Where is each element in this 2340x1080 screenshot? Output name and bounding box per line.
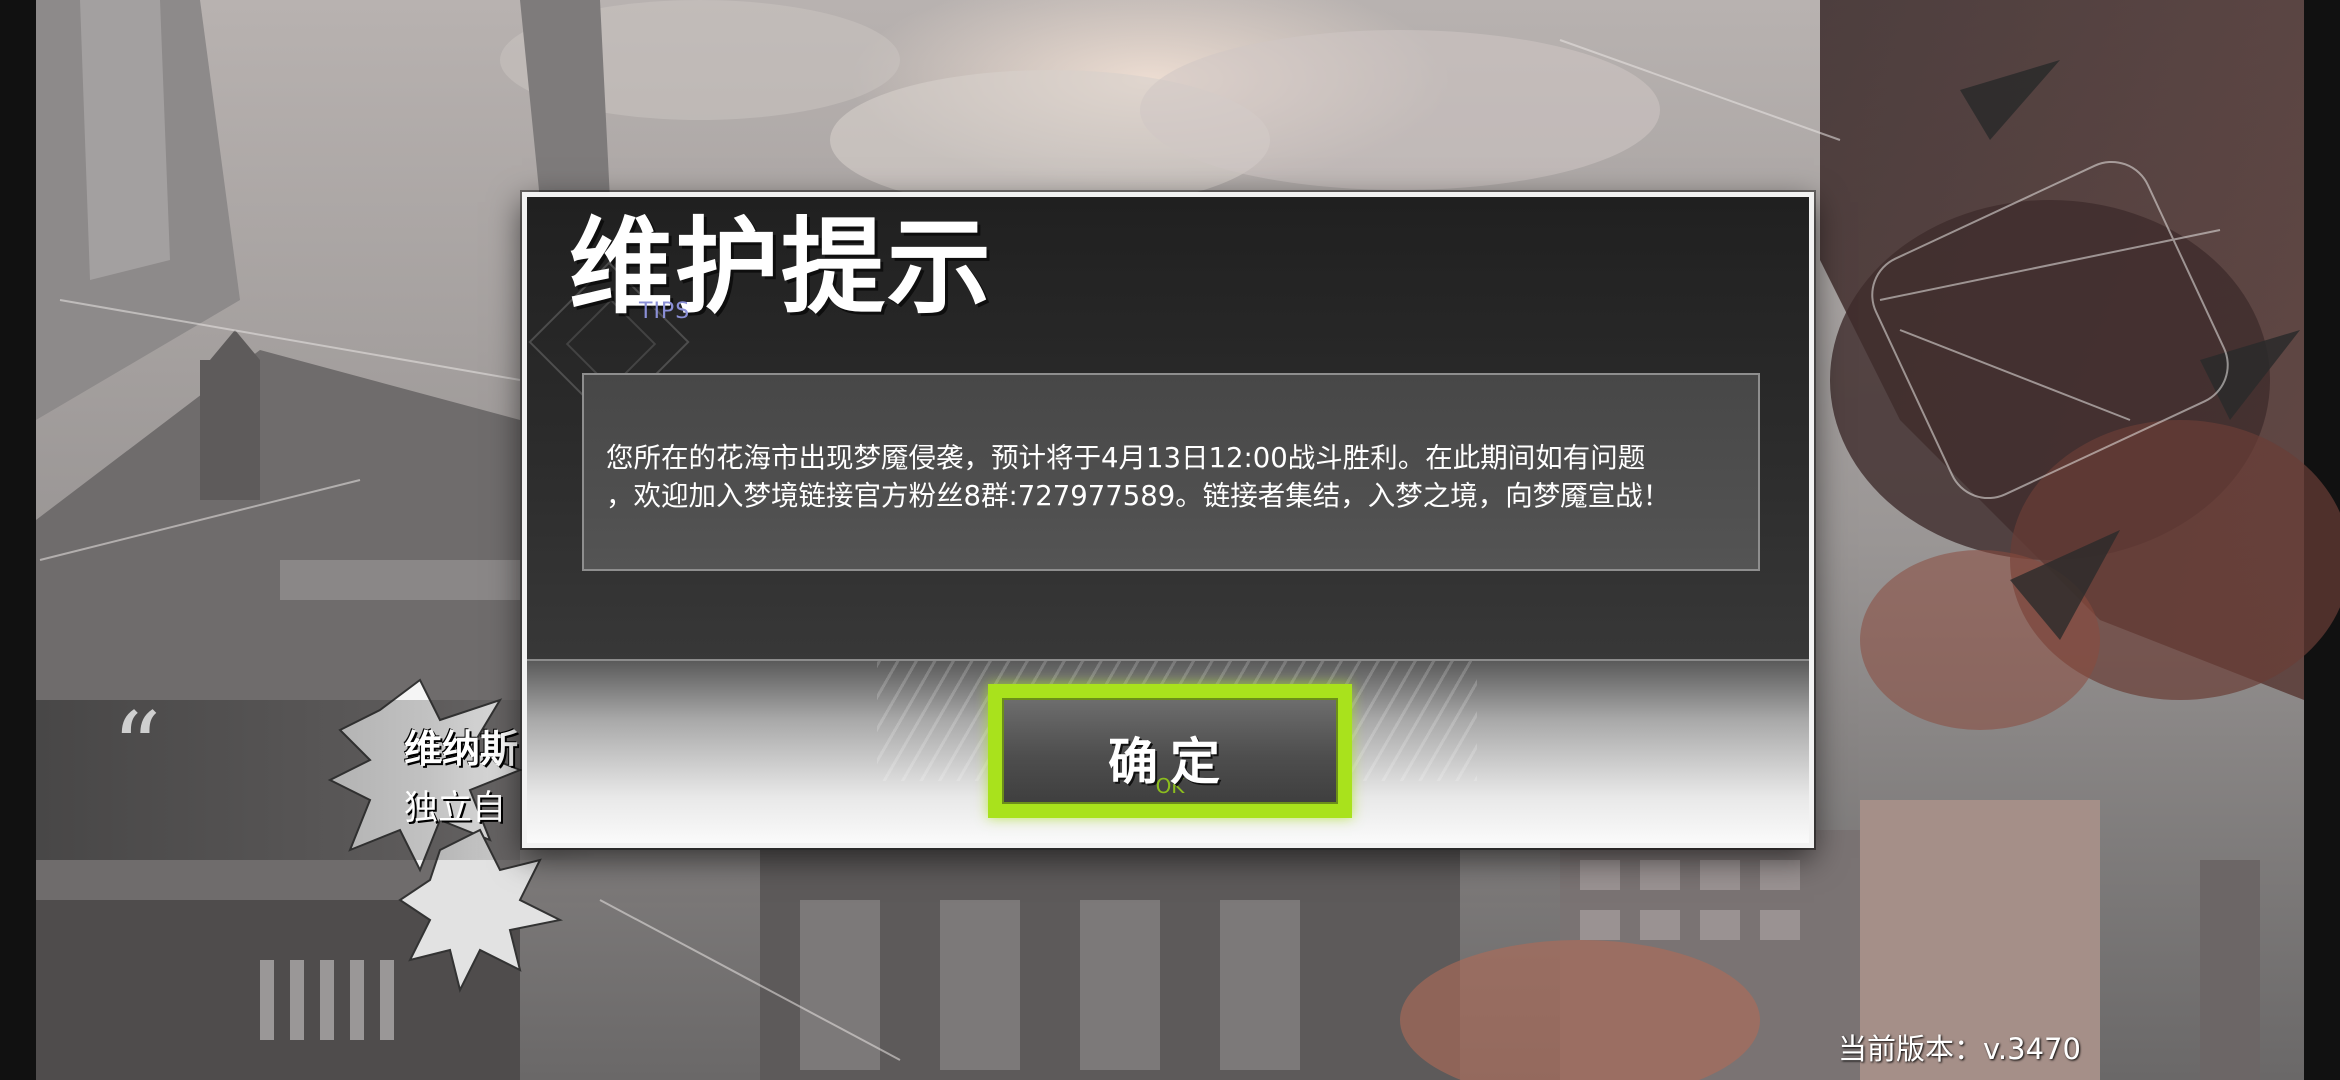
- dialog-subtitle: TIPS: [639, 299, 691, 324]
- message-box: 您所在的花海市出现梦魇侵袭，预计将于4月13日12:00战斗胜利。在此期间如有问…: [582, 373, 1760, 571]
- speaker-line: 独立自: [404, 788, 506, 828]
- confirm-button-face[interactable]: OK 确定: [1002, 698, 1338, 804]
- version-label: 当前版本：v.3470: [1838, 1032, 2081, 1066]
- dialog-title: 维护提示: [569, 205, 994, 328]
- confirm-button-label: 确定: [1108, 732, 1232, 791]
- message-text: 您所在的花海市出现梦魇侵袭，预计将于4月13日12:00战斗胜利。在此期间如有问…: [606, 442, 1671, 512]
- game-screen: “ 维纳斯 独立自 维护提示 TIPS 您所在的花海市出现梦魇侵袭，预计将于4月…: [0, 0, 2340, 1080]
- confirm-button[interactable]: OK 确定: [988, 684, 1352, 818]
- quote-mark-icon: “: [112, 692, 162, 804]
- speaker-name: 维纳斯: [404, 726, 519, 771]
